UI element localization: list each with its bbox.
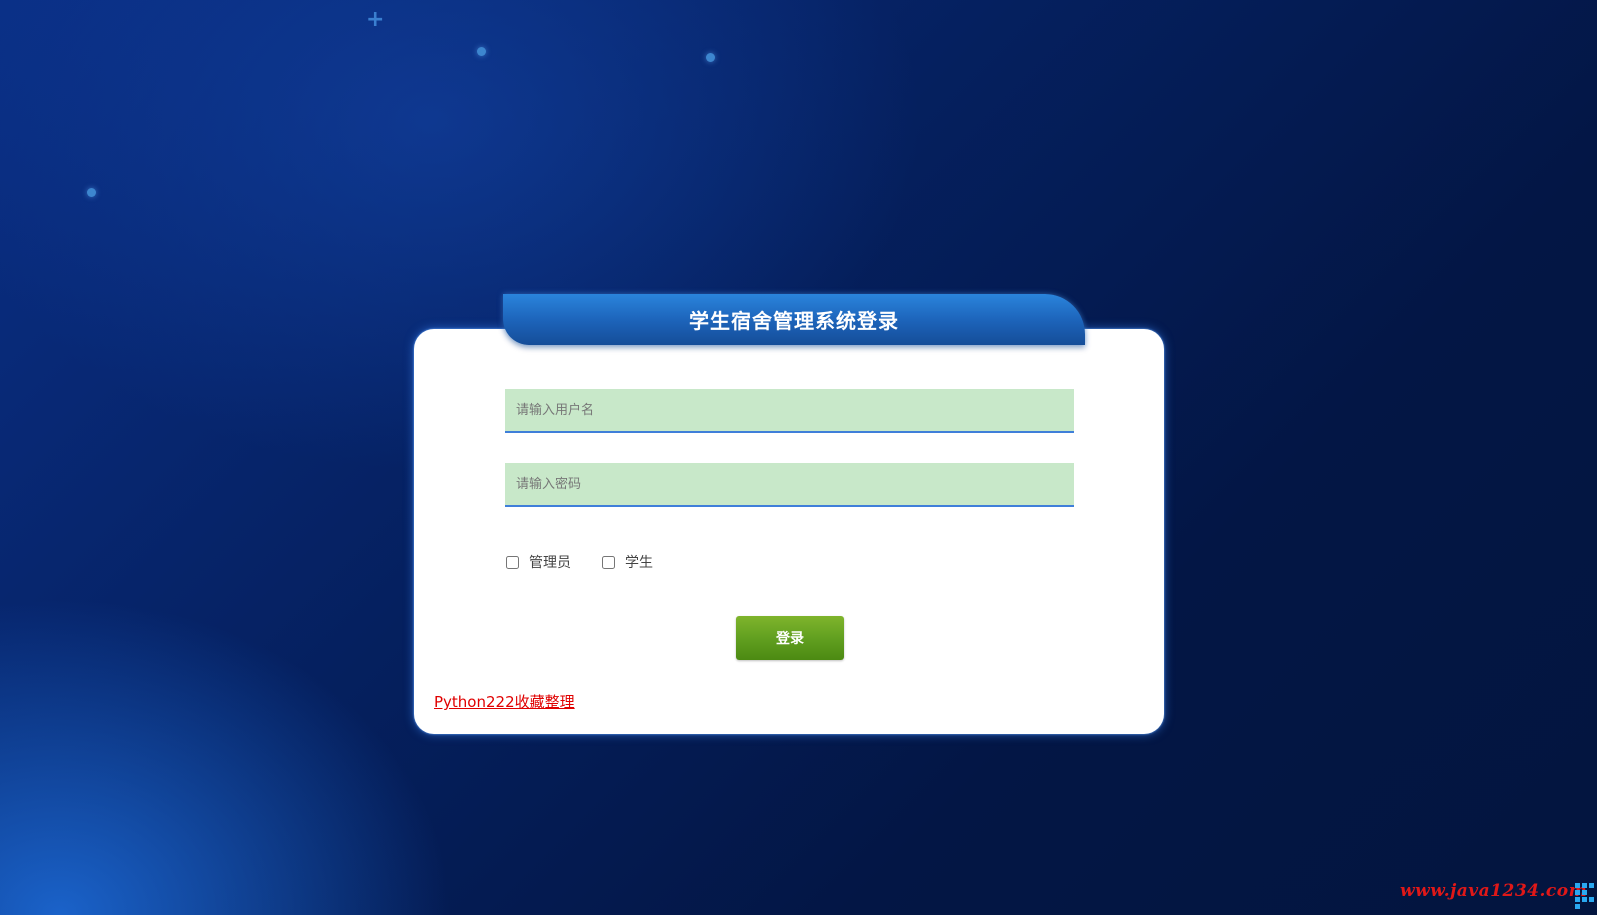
credit-link[interactable]: Python222收藏整理 — [434, 691, 575, 712]
login-title: 学生宿舍管理系统登录 — [689, 309, 899, 333]
star-dot-decoration — [87, 188, 96, 197]
admin-checkbox[interactable] — [506, 555, 519, 569]
role-selector: 管理员 学生 — [505, 552, 683, 572]
admin-label: 管理员 — [529, 555, 571, 571]
role-option-student[interactable]: 学生 — [601, 552, 653, 572]
sparkle-plus-decoration: + — [366, 7, 385, 32]
site-watermark: www.java1234.com — [1400, 881, 1588, 901]
password-input[interactable] — [505, 463, 1074, 507]
star-dot-decoration — [706, 53, 715, 62]
grid-corner-decoration — [1575, 883, 1594, 909]
login-title-bar: 学生宿舍管理系统登录 — [503, 294, 1085, 345]
star-dot-decoration — [477, 47, 486, 56]
username-input[interactable] — [505, 389, 1074, 433]
role-option-admin[interactable]: 管理员 — [505, 552, 571, 572]
student-checkbox[interactable] — [602, 555, 615, 569]
student-label: 学生 — [625, 555, 653, 571]
login-button[interactable]: 登录 — [736, 616, 844, 660]
